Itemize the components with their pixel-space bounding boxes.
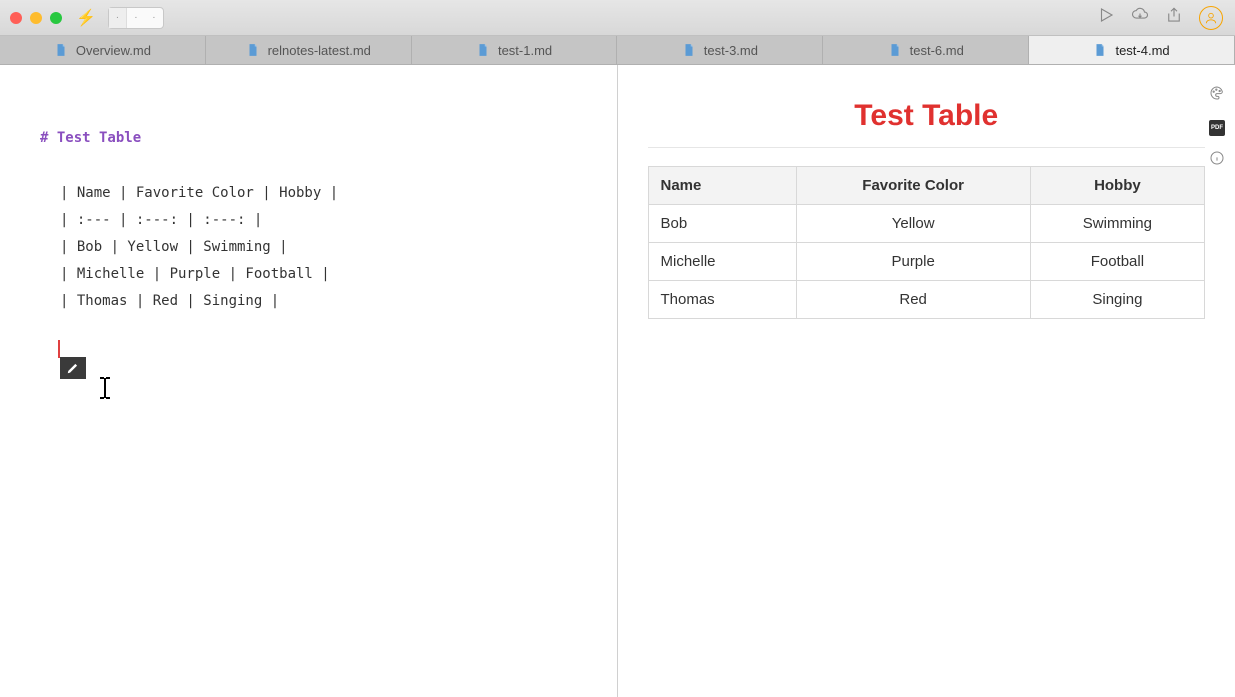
bolt-icon: ⚡ <box>76 8 96 28</box>
tab-label: test-3.md <box>704 43 758 58</box>
editor-heading[interactable]: # Test Table <box>40 125 617 152</box>
editor-line[interactable]: | Thomas | Red | Singing | <box>40 288 617 315</box>
table-row: MichellePurpleFootball <box>648 243 1205 281</box>
play-icon[interactable] <box>1097 6 1115 29</box>
document-icon <box>682 43 696 57</box>
editor-line[interactable]: | Michelle | Purple | Football | <box>40 261 617 288</box>
preview-icon-rail: PDF <box>1209 85 1225 171</box>
table-cell: Swimming <box>1030 205 1204 243</box>
table-header: Hobby <box>1030 167 1204 205</box>
main-split: # Test Table | Name | Favorite Color | H… <box>0 65 1235 697</box>
editor-line[interactable]: | :--- | :---: | :---: | <box>40 207 617 234</box>
close-window-button[interactable] <box>10 12 22 24</box>
editor-line[interactable]: | Bob | Yellow | Swimming | <box>40 234 617 261</box>
tab-test-3-md[interactable]: test-3.md <box>617 36 823 64</box>
table-header: Favorite Color <box>796 167 1030 205</box>
tab-label: relnotes-latest.md <box>268 43 371 58</box>
window-controls <box>10 12 62 24</box>
tab-label: test-6.md <box>910 43 964 58</box>
table-row: ThomasRedSinging <box>648 281 1205 319</box>
table-cell: Singing <box>1030 281 1204 319</box>
layout-seg-3[interactable]: · <box>145 8 163 28</box>
preview-table: NameFavorite ColorHobby BobYellowSwimmin… <box>648 166 1206 319</box>
share-icon[interactable] <box>1165 6 1183 29</box>
table-cell: Yellow <box>796 205 1030 243</box>
tab-label: test-1.md <box>498 43 552 58</box>
pdf-label: PDF <box>1211 125 1223 131</box>
title-right-actions <box>1097 6 1223 30</box>
document-icon <box>54 43 68 57</box>
layout-seg-2[interactable]: · <box>127 8 145 28</box>
document-icon <box>246 43 260 57</box>
editor-content[interactable]: # Test Table | Name | Favorite Color | H… <box>0 125 617 315</box>
title-bar: ⚡ · · · <box>0 0 1235 36</box>
info-icon[interactable] <box>1209 150 1225 171</box>
palette-icon[interactable] <box>1209 85 1225 106</box>
tab-test-6-md[interactable]: test-6.md <box>823 36 1029 64</box>
table-cell: Red <box>796 281 1030 319</box>
table-cell: Michelle <box>648 243 796 281</box>
table-cell: Bob <box>648 205 796 243</box>
table-cell: Thomas <box>648 281 796 319</box>
table-cell: Purple <box>796 243 1030 281</box>
table-row: BobYellowSwimming <box>648 205 1205 243</box>
table-header: Name <box>648 167 796 205</box>
tab-label: Overview.md <box>76 43 151 58</box>
pdf-export-icon[interactable]: PDF <box>1209 120 1225 136</box>
document-icon <box>476 43 490 57</box>
preview-title: Test Table <box>648 99 1206 148</box>
tab-test-1-md[interactable]: test-1.md <box>412 36 618 64</box>
user-avatar[interactable] <box>1199 6 1223 30</box>
text-cursor-icon <box>96 375 114 407</box>
table-cell: Football <box>1030 243 1204 281</box>
maximize-window-button[interactable] <box>50 12 62 24</box>
tab-overview-md[interactable]: Overview.md <box>0 36 206 64</box>
minimize-window-button[interactable] <box>30 12 42 24</box>
editor-pane[interactable]: # Test Table | Name | Favorite Color | H… <box>0 65 618 697</box>
tab-bar: Overview.md relnotes-latest.md test-1.md te… <box>0 36 1235 65</box>
tab-relnotes-latest-md[interactable]: relnotes-latest.md <box>206 36 412 64</box>
editor-line[interactable]: | Name | Favorite Color | Hobby | <box>40 180 617 207</box>
tab-label: test-4.md <box>1115 43 1169 58</box>
layout-seg-1[interactable]: · <box>109 8 127 28</box>
layout-toggle[interactable]: · · · <box>108 7 164 29</box>
document-icon <box>888 43 902 57</box>
edit-cursor <box>58 340 60 358</box>
format-gutter-button[interactable] <box>60 357 86 379</box>
document-icon <box>1093 43 1107 57</box>
cloud-download-icon[interactable] <box>1131 6 1149 29</box>
preview-pane: PDF Test Table NameFavorite ColorHobby B… <box>618 65 1235 697</box>
tab-test-4-md[interactable]: test-4.md <box>1029 36 1235 64</box>
